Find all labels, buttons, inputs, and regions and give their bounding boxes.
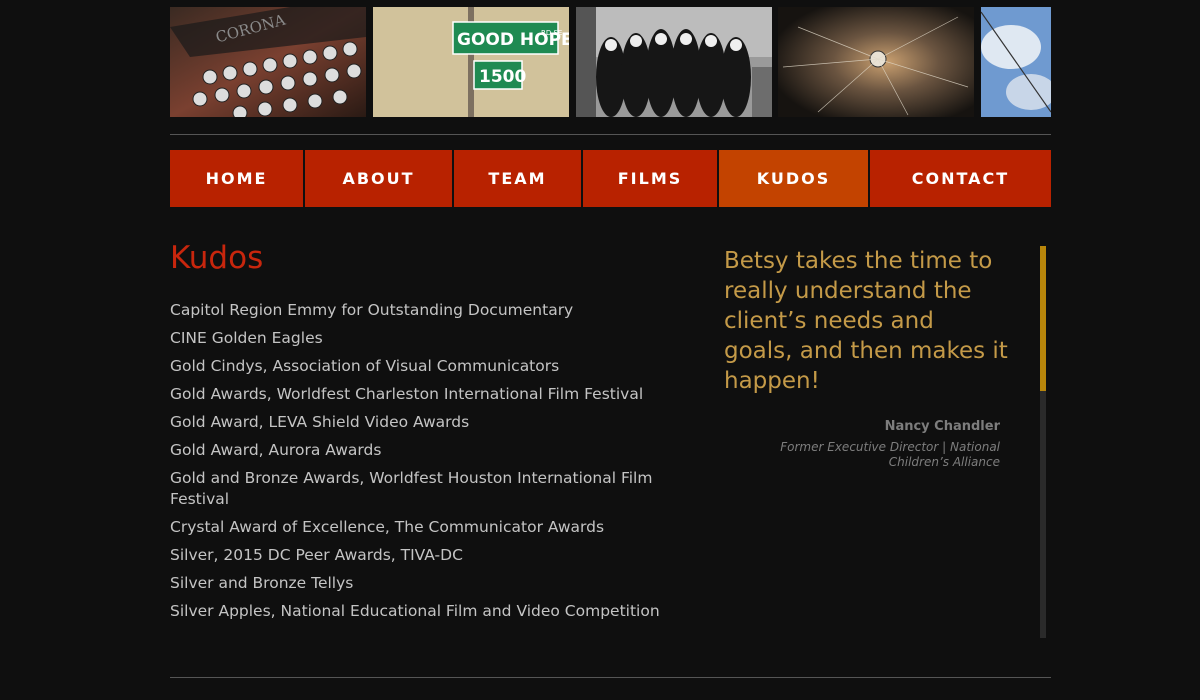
testimonial-role: Former Executive Director | National Chi… [780, 440, 1000, 469]
cracked-glass-photo [778, 7, 974, 117]
kudos-item: Gold and Bronze Awards, Worldfest Housto… [170, 469, 653, 508]
nav-films[interactable]: FILMS [583, 150, 717, 207]
kudos-item: Capitol Region Emmy for Outstanding Docu… [170, 301, 574, 319]
street-sign-number: 1500 [479, 67, 526, 87]
main-nav: HOME ABOUT TEAM FILMS KUDOS CONTACT [170, 150, 1051, 207]
street-sign-photo: GOOD HOPE RD SE 1500 [373, 7, 569, 117]
testimonial-scrollbar[interactable] [1040, 246, 1046, 638]
sky-photo [981, 7, 1051, 117]
nav-home[interactable]: HOME [170, 150, 303, 207]
nav-team[interactable]: TEAM [454, 150, 581, 207]
kudos-list: Capitol Region Emmy for Outstanding Docu… [170, 300, 660, 638]
testimonial-quote: Betsy takes the time to really understan… [724, 248, 1008, 394]
nav-contact[interactable]: CONTACT [870, 150, 1051, 207]
kudos-item: Silver Apples, National Educational Film… [170, 602, 660, 620]
kudos-item: Gold Award, LEVA Shield Video Awards [170, 413, 470, 431]
kudos-item: Silver, 2015 DC Peer Awards, TIVA-DC [170, 546, 463, 564]
kudos-item: Gold Cindys, Association of Visual Commu… [170, 357, 560, 375]
nav-about[interactable]: ABOUT [305, 150, 452, 207]
top-divider [170, 134, 1051, 135]
scrollbar-thumb[interactable] [1040, 246, 1046, 391]
bottom-divider [170, 677, 1051, 678]
page-title: Kudos [170, 240, 264, 276]
kudos-item: Gold Awards, Worldfest Charleston Intern… [170, 385, 644, 403]
kudos-item: Silver and Bronze Tellys [170, 574, 354, 592]
testimonial-author: Nancy Chandler [884, 419, 1000, 434]
street-sign-suffix: RD SE [541, 29, 562, 37]
page: CORONA GOOD HOPE RD SE 1500 HOME ABOUT T… [0, 0, 1200, 700]
kudos-item: Crystal Award of Excellence, The Communi… [170, 518, 605, 536]
photo-strip: CORONA GOOD HOPE RD SE 1500 [170, 7, 1051, 117]
kudos-item: CINE Golden Eagles [170, 329, 323, 347]
typewriter-photo: CORONA [170, 7, 366, 117]
kudos-item: Gold Award, Aurora Awards [170, 441, 382, 459]
nuns-photo [576, 7, 772, 117]
nav-kudos[interactable]: KUDOS [719, 150, 868, 207]
